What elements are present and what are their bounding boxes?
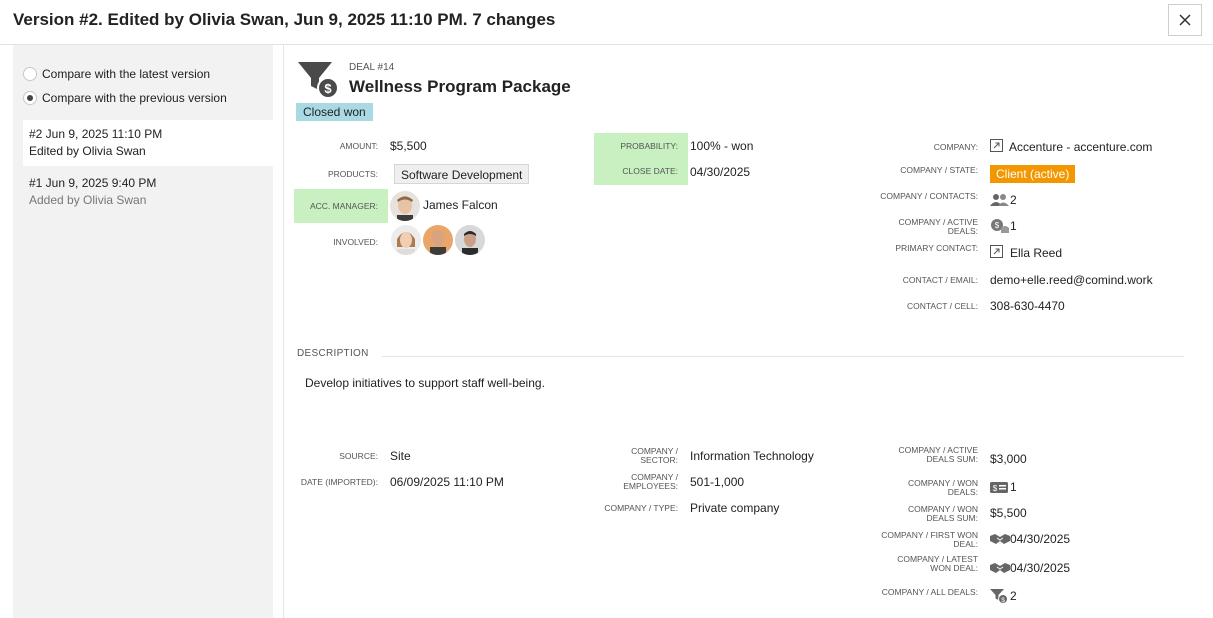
radio-latest[interactable]: [23, 67, 37, 81]
avatar[interactable]: [423, 225, 453, 255]
version-title: #2 Jun 9, 2025 11:10 PM: [29, 127, 163, 141]
latest-won-value: 04/30/2025: [1010, 561, 1071, 575]
won-sum-value: $5,500: [990, 506, 1027, 520]
deal-funnel-icon: $: [298, 62, 339, 99]
company-active-deals-label: COMPANY / ACTIVE DEALS:: [898, 217, 978, 236]
version-item[interactable]: #2 Jun 9, 2025 11:10 PM Edited by Olivia…: [23, 120, 273, 166]
latest-won-label: COMPANY / LATEST WON DEAL:: [897, 554, 978, 573]
svg-text:$: $: [324, 81, 332, 96]
acc-manager-label: ACC. MANAGER:: [309, 201, 378, 211]
manager-avatar-image: [390, 191, 420, 221]
version-author: Edited by Olivia Swan: [29, 144, 146, 158]
version-sidebar: Compare with the latest version Compare …: [13, 45, 273, 618]
compare-latest-option[interactable]: Compare with the latest version: [23, 67, 210, 81]
product-chip[interactable]: Software Development: [394, 164, 530, 184]
funnel-icon: $: [990, 589, 1008, 604]
contact-email-value[interactable]: demo+elle.reed@comind.work: [990, 273, 1153, 287]
date-imported-label: DATE (IMPORTED):: [300, 477, 378, 487]
involved-avatar-image: [423, 225, 453, 255]
contact-cell-value[interactable]: 308-630-4470: [990, 299, 1065, 313]
deals-icon: $: [991, 219, 1009, 233]
probability-value: 100% - won: [690, 139, 754, 153]
description-text: Develop initiatives to support staff wel…: [305, 376, 545, 390]
active-sum-label: COMPANY / ACTIVE DEALS SUM:: [898, 445, 978, 464]
company-contacts-label: COMPANY / CONTACTS:: [880, 191, 978, 201]
involved-label: INVOLVED:: [333, 237, 378, 247]
type-label: COMPANY / TYPE:: [604, 503, 678, 513]
compare-previous-option[interactable]: Compare with the previous version: [23, 91, 227, 105]
dialog-title: Version #2. Edited by Olivia Swan, Jun 9…: [13, 10, 556, 29]
won-deals-count: 1: [1010, 480, 1017, 494]
amount-label: AMOUNT:: [339, 141, 378, 151]
avatar[interactable]: [391, 225, 421, 255]
external-link-icon[interactable]: [990, 139, 1003, 152]
version-item[interactable]: #1 Jun 9, 2025 9:40 PM Added by Olivia S…: [23, 169, 273, 215]
close-icon: [1179, 14, 1191, 26]
state-badge: Client (active): [990, 165, 1076, 183]
svg-text:$: $: [995, 221, 1000, 230]
contact-email-label: CONTACT / EMAIL:: [902, 275, 978, 285]
deal-title: Wellness Program Package: [349, 77, 571, 96]
involved-avatar-image: [391, 225, 421, 255]
section-divider: [382, 356, 1184, 357]
svg-text:$: $: [993, 484, 998, 493]
all-deals-count: 2: [1010, 589, 1017, 603]
radio-previous[interactable]: [23, 91, 37, 105]
dialog-header: Version #2. Edited by Olivia Swan, Jun 9…: [0, 0, 1213, 45]
won-deals-label: COMPANY / WON DEALS:: [907, 478, 978, 497]
involved-avatar-image: [455, 225, 485, 255]
contacts-count: 2: [1010, 193, 1017, 207]
description-title: DESCRIPTION: [297, 348, 369, 359]
money-icon: $: [990, 482, 1008, 493]
company-value[interactable]: Accenture - accenture.com: [1009, 140, 1152, 154]
probability-label: PROBABILITY:: [620, 141, 678, 151]
source-label: SOURCE:: [339, 451, 378, 461]
employees-value: 501-1,000: [690, 475, 745, 489]
company-label: COMPANY:: [933, 142, 978, 152]
primary-contact-value[interactable]: Ella Reed: [1010, 246, 1062, 260]
date-imported-value: 06/09/2025 11:10 PM: [390, 475, 504, 489]
active-sum-value: $3,000: [990, 452, 1027, 466]
employees-label: COMPANY / EMPLOYEES:: [623, 472, 678, 491]
amount-value: $5,500: [390, 139, 427, 153]
handshake-icon: [990, 563, 1010, 573]
svg-text:$: $: [1001, 597, 1005, 604]
external-link-icon[interactable]: [990, 245, 1003, 258]
sector-value: Information Technology: [690, 449, 814, 463]
source-value: Site: [390, 449, 411, 463]
close-button[interactable]: [1168, 4, 1202, 36]
version-author: Added by Olivia Swan: [29, 193, 147, 207]
compare-latest-label: Compare with the latest version: [42, 67, 211, 81]
won-sum-label: COMPANY / WON DEALS SUM:: [907, 504, 978, 523]
sector-label: COMPANY / SECTOR:: [631, 446, 678, 465]
all-deals-label: COMPANY / ALL DEALS:: [881, 587, 978, 597]
company-state-label: COMPANY / STATE:: [900, 165, 978, 175]
manager-name[interactable]: James Falcon: [423, 198, 498, 212]
divider: [283, 45, 284, 618]
deal-number: DEAL #14: [349, 62, 395, 73]
avatar[interactable]: [455, 225, 485, 255]
first-won-label: COMPANY / FIRST WON DEAL:: [881, 530, 978, 549]
primary-contact-label: PRIMARY CONTACT:: [895, 243, 978, 253]
close-date-value: 04/30/2025: [690, 165, 751, 179]
contact-cell-label: CONTACT / CELL:: [906, 301, 978, 311]
handshake-icon: [990, 534, 1010, 544]
type-value: Private company: [690, 501, 780, 515]
close-date-label: CLOSE DATE:: [622, 166, 678, 176]
contacts-icon: [990, 194, 1009, 206]
version-title: #1 Jun 9, 2025 9:40 PM: [29, 176, 157, 190]
status-badge: Closed won: [296, 103, 373, 121]
first-won-value: 04/30/2025: [1010, 532, 1071, 546]
products-label: PRODUCTS:: [327, 169, 378, 179]
compare-previous-label: Compare with the previous version: [42, 91, 227, 105]
active-deals-count: 1: [1010, 219, 1017, 233]
avatar[interactable]: [390, 191, 420, 221]
